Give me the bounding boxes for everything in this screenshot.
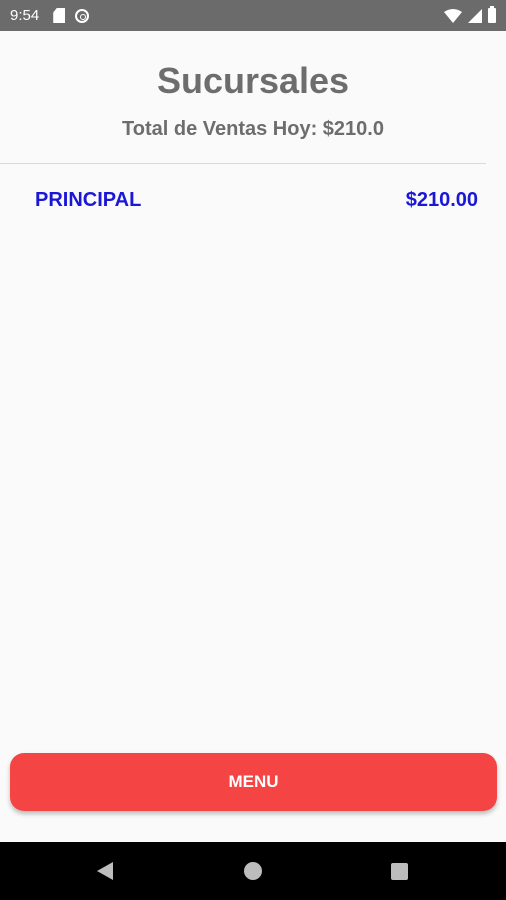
list-item[interactable]: PRINCIPAL $210.00 (0, 180, 506, 220)
branch-name: PRINCIPAL (35, 188, 142, 211)
home-icon[interactable] (244, 862, 262, 880)
sd-card-icon (53, 8, 66, 23)
divider (0, 163, 486, 164)
wifi-icon (444, 8, 462, 23)
battery-icon (488, 6, 496, 23)
back-icon[interactable] (97, 862, 113, 880)
page-title: Sucursales (156, 60, 350, 101)
branch-amount: $210.00 (405, 188, 478, 211)
status-right-icons (444, 6, 496, 23)
branch-list: PRINCIPAL $210.00 (0, 180, 506, 220)
sync-icon (75, 8, 90, 23)
signal-icon (468, 8, 482, 23)
status-time: 9:54 (10, 7, 40, 24)
status-left-icons (53, 8, 90, 23)
navigation-bar (0, 842, 506, 900)
recents-icon[interactable] (391, 863, 408, 880)
menu-button[interactable]: MENU (10, 753, 497, 811)
total-sales-label: Total de Ventas Hoy: $210.0 (122, 118, 384, 140)
status-bar: 9:54 (0, 0, 506, 31)
